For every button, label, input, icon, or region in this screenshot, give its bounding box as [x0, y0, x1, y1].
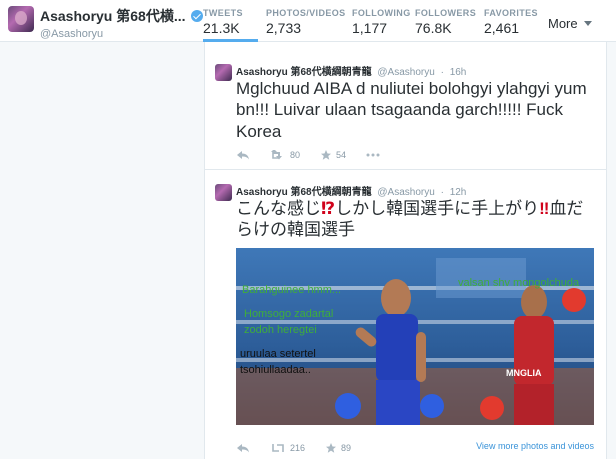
tweet-header: Asashoryu 第68代横綱朝青龍 @Asashoryu · 12h — [236, 183, 466, 198]
tweet-text: こんな感じ⁉しかし韓国選手に手上がり‼血だらけの韓国選手 — [236, 198, 596, 241]
reply-icon — [237, 151, 249, 160]
stat-value: 76.8K — [415, 20, 452, 36]
shirt-label: MNGLIA — [506, 368, 542, 378]
tweet-actions: 216 89 — [236, 442, 371, 454]
overlay-caption: tsohiullaadaa.. — [240, 364, 311, 376]
more-options-button[interactable] — [366, 153, 380, 157]
star-icon — [321, 150, 332, 160]
stat-value: 2,461 — [484, 20, 520, 36]
favorite-count: 89 — [341, 443, 352, 453]
tweet-author-handle[interactable]: @Asashoryu — [377, 187, 434, 198]
verified-badge-icon — [190, 10, 203, 22]
reply-icon — [237, 444, 249, 453]
stat-label: FAVORITES — [484, 8, 538, 18]
tweet-text-part: こんな感じ — [236, 199, 321, 218]
tweet-timestamp[interactable]: 12h — [450, 187, 467, 198]
tweet-author-handle[interactable]: @Asashoryu — [377, 67, 434, 78]
tweet-avatar[interactable] — [215, 184, 232, 201]
overlay-caption: Homsogo zadartal — [244, 308, 334, 320]
retweet-count: 80 — [290, 150, 301, 160]
retweet-icon — [271, 150, 282, 160]
double-exclamation-emoji-icon: ‼ — [539, 199, 550, 218]
stat-value: 21.3K — [203, 20, 240, 36]
favorite-button[interactable]: 54 — [320, 149, 346, 161]
tweet-timestamp[interactable]: 16h — [450, 67, 467, 78]
profile-mini[interactable]: Asashoryu 第68代横... @Asashoryu — [8, 6, 203, 40]
profile-name[interactable]: Asashoryu 第68代横... — [40, 6, 186, 26]
separator-dot: · — [440, 187, 444, 198]
profile-handle: @Asashoryu — [40, 28, 104, 40]
boxing-photo — [236, 248, 594, 425]
tweet-timeline: Asashoryu 第68代横綱朝青龍 @Asashoryu · 16h Mgl… — [204, 42, 607, 459]
view-more-photos-link[interactable]: View more photos and videos — [476, 441, 594, 451]
stat-label: FOLLOWERS — [415, 8, 477, 18]
stat-label: PHOTOS/VIDEOS — [266, 8, 346, 18]
reply-button[interactable] — [236, 443, 250, 453]
stat-followers[interactable]: FOLLOWERS 76.8K — [415, 0, 484, 42]
more-dropdown[interactable]: More — [548, 16, 592, 31]
stat-value: 2,733 — [266, 20, 302, 36]
more-label: More — [548, 16, 578, 31]
tweet-author-name[interactable]: Asashoryu 第68代横綱朝青龍 — [236, 187, 372, 198]
favorite-button[interactable]: 89 — [325, 442, 351, 454]
profile-nav-bar: Asashoryu 第68代横... @Asashoryu TWEETS 21.… — [0, 0, 616, 42]
separator-dot: · — [440, 67, 444, 78]
stat-label: TWEETS — [203, 8, 243, 18]
tweet[interactable]: Asashoryu 第68代横綱朝青龍 @Asashoryu · 16h Mgl… — [205, 42, 606, 170]
overlay-caption: Barahguinee hmm... — [242, 284, 342, 296]
tweet-text: Mglchuud AIBA d nuliutei bolohgyi ylahgy… — [236, 79, 587, 141]
star-icon — [326, 443, 337, 453]
reply-button[interactable] — [236, 150, 250, 160]
favorite-count: 54 — [336, 150, 347, 160]
profile-stats: TWEETS 21.3K PHOTOS/VIDEOS 2,733 FOLLOWI… — [203, 0, 544, 42]
tweet-photo[interactable]: Barahguinee hmm... Homsogo zadartal zodo… — [236, 248, 594, 425]
tweet-author-name[interactable]: Asashoryu 第68代横綱朝青龍 — [236, 67, 372, 78]
retweet-button[interactable]: 216 — [270, 443, 305, 453]
stat-tweets[interactable]: TWEETS 21.3K — [203, 0, 266, 42]
tweet-text-part: しかし韓国選手に手上がり — [335, 199, 540, 218]
stat-label: FOLLOWING — [352, 8, 411, 18]
overlay-caption: uruulaa setertel — [240, 348, 316, 360]
tweet[interactable]: Asashoryu 第68代横綱朝青龍 @Asashoryu · 12h こんな… — [205, 171, 606, 459]
tweet-header: Asashoryu 第68代横綱朝青龍 @Asashoryu · 16h — [236, 63, 466, 78]
interrobang-emoji-icon: ⁉ — [321, 199, 336, 218]
tweet-actions: 80 54 — [236, 149, 400, 161]
retweet-button[interactable]: 80 — [270, 150, 300, 160]
overlay-caption: valsan shv mongolchuda — [458, 277, 580, 289]
tweet-avatar[interactable] — [215, 64, 232, 81]
stat-value: 1,177 — [352, 20, 388, 36]
stat-favorites[interactable]: FAVORITES 2,461 — [484, 0, 544, 42]
retweet-count: 216 — [290, 443, 306, 453]
avatar[interactable] — [8, 6, 34, 32]
ellipsis-icon — [366, 153, 380, 157]
overlay-caption: zodoh heregtei — [244, 324, 317, 336]
retweet-icon — [272, 444, 284, 452]
stat-photos-videos[interactable]: PHOTOS/VIDEOS 2,733 — [266, 0, 352, 42]
stat-following[interactable]: FOLLOWING 1,177 — [352, 0, 415, 42]
caret-down-icon — [583, 21, 592, 26]
profile-info: Asashoryu 第68代横... @Asashoryu — [40, 6, 203, 40]
profile-name-row: Asashoryu 第68代横... — [40, 6, 203, 26]
